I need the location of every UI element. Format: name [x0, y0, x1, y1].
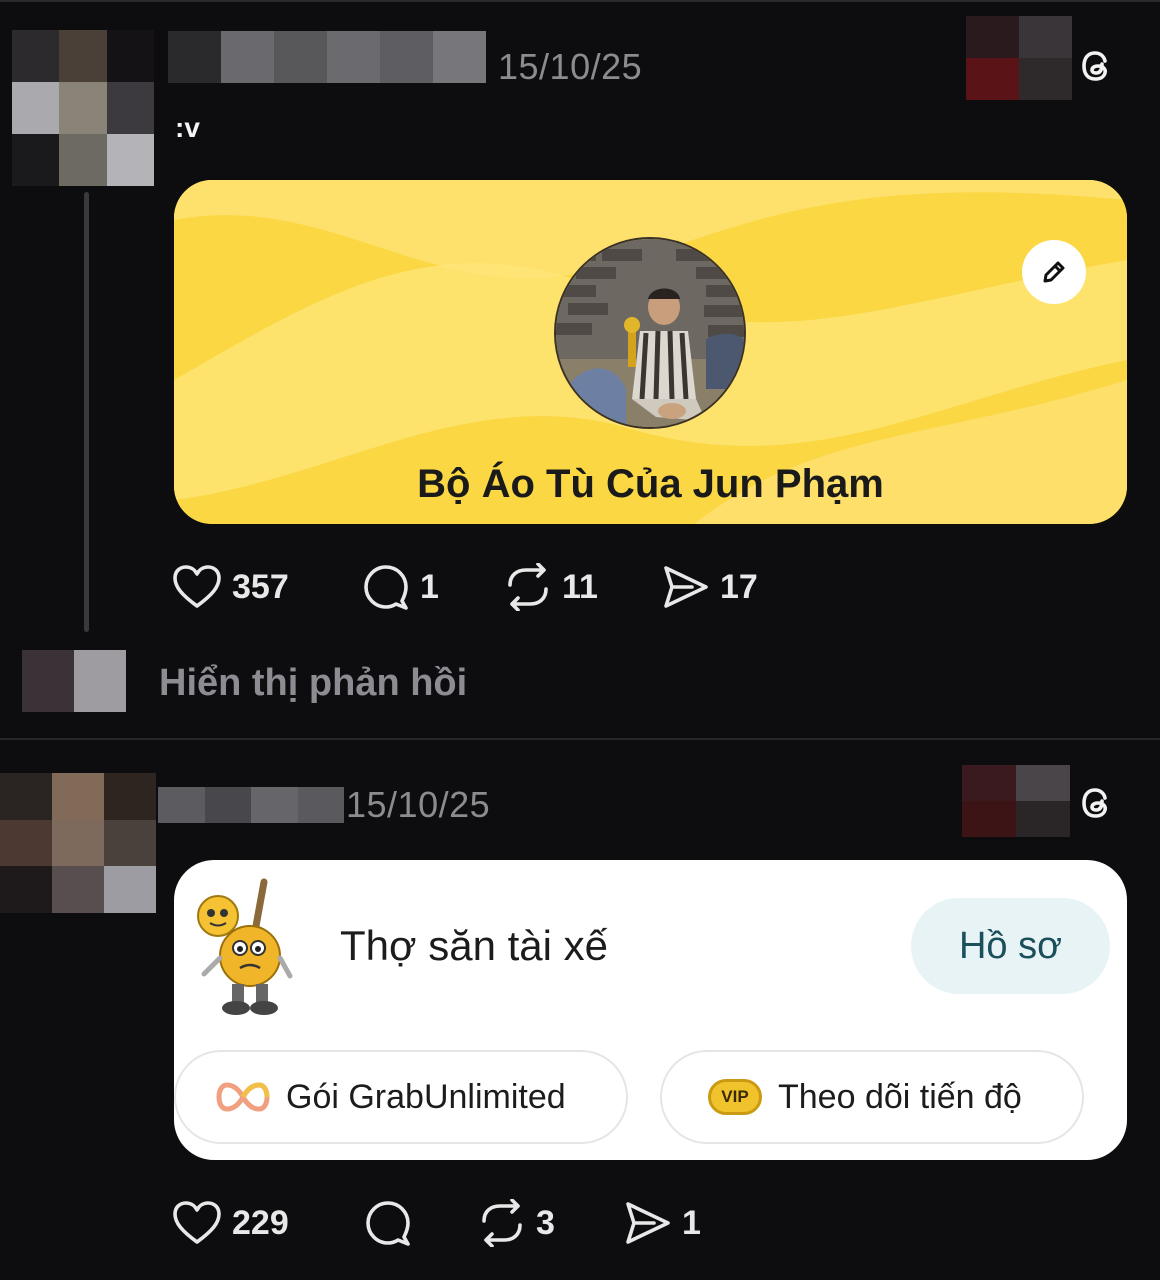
replier-avatars[interactable]: [22, 650, 126, 712]
comment-count: 1: [420, 567, 439, 606]
blurred-badge: [962, 765, 1070, 837]
post-date: 15/10/25: [498, 46, 643, 87]
profile-button[interactable]: Hồ sơ: [911, 898, 1110, 994]
edit-button[interactable]: [1022, 240, 1086, 304]
speech-bubble-icon: [366, 1201, 410, 1246]
comment-button[interactable]: [364, 1198, 412, 1248]
post-actions: 229 3 1: [172, 1198, 732, 1248]
send-icon: [664, 566, 708, 608]
author-name-blurred[interactable]: [158, 787, 344, 823]
post-2: 15/10/25 Thợ săn tài xế Hồ sơ Gói GrabUn…: [0, 740, 1160, 1280]
heart-icon: [173, 565, 221, 608]
grab-unlimited-pill[interactable]: Gói GrabUnlimited: [174, 1050, 628, 1144]
thread-connector: [84, 192, 89, 632]
repost-button[interactable]: 3: [478, 1198, 555, 1248]
like-button[interactable]: 229: [172, 1198, 289, 1248]
blurred-badge: [966, 16, 1072, 100]
emoji-character-icon: [197, 878, 293, 1015]
repost-count: 3: [536, 1203, 555, 1242]
post-actions: 357 1 11 17: [172, 562, 792, 612]
pencil-icon: [1043, 261, 1065, 283]
profile-photo: [554, 237, 746, 429]
like-count: 357: [232, 567, 289, 606]
post-caption: :v: [175, 112, 200, 143]
author-avatar[interactable]: [12, 30, 154, 186]
show-replies-link[interactable]: Hiển thị phản hồi: [159, 662, 467, 705]
profile-card[interactable]: Bộ Áo Tù Của Jun Phạm: [174, 180, 1127, 524]
share-button[interactable]: 1: [624, 1198, 701, 1248]
pill-label: Gói GrabUnlimited: [286, 1077, 566, 1116]
share-button[interactable]: 17: [662, 562, 758, 612]
driver-hunter-card[interactable]: Thợ săn tài xế Hồ sơ Gói GrabUnlimited V…: [174, 860, 1127, 1160]
pill-label: Theo dõi tiến độ: [778, 1077, 1022, 1116]
infinity-icon: [216, 1082, 270, 1112]
send-icon: [626, 1202, 670, 1244]
card-title: Thợ săn tài xế: [340, 922, 608, 969]
comment-button[interactable]: 1: [362, 562, 439, 612]
vip-badge: VIP: [708, 1079, 762, 1115]
post-date: 15/10/25: [346, 784, 491, 825]
threads-logo-icon[interactable]: [1074, 44, 1118, 88]
post-1: 15/10/25 :v Bộ Áo Tù Của Jun Phạm 357 1 …: [0, 0, 1160, 738]
track-progress-pill[interactable]: VIP Theo dõi tiến độ: [660, 1050, 1084, 1144]
author-name-blurred[interactable]: [168, 31, 486, 83]
share-count: 1: [682, 1203, 701, 1242]
like-count: 229: [232, 1203, 289, 1242]
repost-icon: [482, 1199, 522, 1247]
heart-icon: [173, 1201, 221, 1244]
author-avatar[interactable]: [0, 773, 156, 913]
threads-logo-icon[interactable]: [1074, 781, 1118, 825]
repost-icon: [508, 563, 548, 611]
repost-button[interactable]: 11: [504, 562, 598, 612]
card-title: Bộ Áo Tù Của Jun Phạm: [417, 462, 884, 506]
share-count: 17: [720, 567, 758, 606]
speech-bubble-icon: [364, 565, 408, 610]
like-button[interactable]: 357: [172, 562, 289, 612]
repost-count: 11: [562, 567, 598, 606]
